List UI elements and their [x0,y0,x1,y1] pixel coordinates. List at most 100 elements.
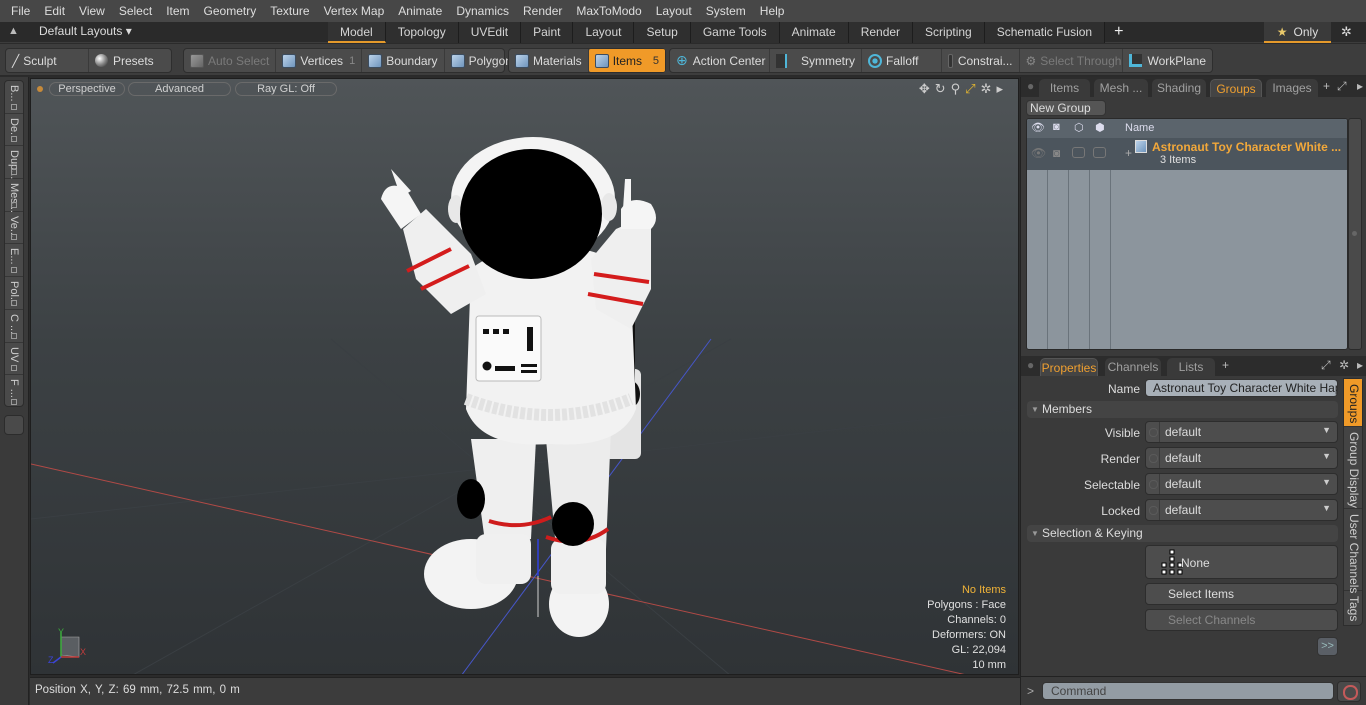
row-render-icon[interactable]: ◙ [1053,146,1060,160]
left-extra-tab[interactable] [4,415,24,435]
panel-arrow-icon[interactable]: ▸ [1357,358,1363,372]
tab-mesh[interactable]: Mesh ... [1094,79,1148,97]
tab-schematic-fusion[interactable]: Schematic Fusion [984,22,1106,43]
left-tab-basic[interactable]: B... [5,81,23,114]
tab-paint[interactable]: Paint [521,22,574,43]
menu-help[interactable]: Help [753,0,792,22]
tab-topology[interactable]: Topology [385,22,459,43]
materials-button[interactable]: Materials [509,49,589,72]
rotate-icon[interactable]: ↻ [935,81,946,97]
side-tab-group-display[interactable]: Group Display [1344,427,1362,509]
menu-animate[interactable]: Animate [391,0,449,22]
tab-groups[interactable]: Groups [1210,79,1262,97]
auto-select-button[interactable]: Auto Select [184,49,277,72]
tab-render[interactable]: Render [848,22,914,43]
selectable-dropdown[interactable]: default ▼ [1145,473,1338,495]
3d-viewport[interactable]: Y X Z Perspective Advanced Ray GL: Off ✥… [30,78,1019,675]
menu-edit[interactable]: Edit [37,0,72,22]
constraints-button[interactable]: Constrai... [942,49,1020,72]
tab-uvedit[interactable]: UVEdit [458,22,522,43]
action-center-button[interactable]: ⊕ Action Center [670,49,770,72]
left-tab-polygon[interactable]: Pol... [5,277,23,310]
select-channels-button[interactable]: Select Channels [1145,609,1338,631]
left-tab-fusion[interactable]: F ... [5,375,23,408]
tab-scripting[interactable]: Scripting [913,22,985,43]
menu-layout[interactable]: Layout [649,0,699,22]
menu-vertex-map[interactable]: Vertex Map [317,0,392,22]
render-camera-icon[interactable]: ◙ [1053,121,1060,133]
maximize-icon[interactable]: ⤢ [965,81,975,97]
side-tab-tags[interactable]: Tags [1344,591,1362,625]
locked-cube-icon[interactable]: ⬢ [1095,121,1105,134]
viewport-gear-icon[interactable]: ✲ [981,81,992,97]
tab-channels[interactable]: Channels [1105,358,1161,376]
menu-dynamics[interactable]: Dynamics [449,0,516,22]
visible-dropdown[interactable]: default ▼ [1145,421,1338,443]
add-panel-tab-icon[interactable]: + [1323,79,1330,93]
group-name-input[interactable]: Astronaut Toy Character White Happy [1145,379,1338,397]
tab-lists[interactable]: Lists [1167,358,1215,376]
group-row[interactable]: 👁 ◙ + Astronaut Toy Character White ... … [1027,138,1347,170]
shading-mode-advanced[interactable]: Advanced [128,82,231,96]
menu-system[interactable]: System [699,0,753,22]
panel-gear-icon[interactable]: ✲ [1339,358,1349,372]
left-tab-vertex[interactable]: Ve... [5,212,23,245]
panel-maximize-icon[interactable]: ⤢ [1321,358,1331,373]
group-name[interactable]: Astronaut Toy Character White ... [1152,140,1341,154]
side-tab-user-channels[interactable]: User Channels [1344,509,1362,593]
eye-icon[interactable]: 👁 [1031,121,1045,134]
panel-arrow-icon[interactable]: ▸ [1357,79,1363,93]
menu-select[interactable]: Select [112,0,159,22]
name-column-header[interactable]: Name [1125,122,1154,134]
tab-setup[interactable]: Setup [634,22,691,43]
zoom-icon[interactable]: ⚲ [951,81,961,97]
tab-animate[interactable]: Animate [779,22,849,43]
selection-keying-section[interactable]: Selection & Keying [1027,525,1338,542]
sculpt-button[interactable]: ╱ Sculpt [6,49,89,72]
menu-maxtomodo[interactable]: MaxToModo [569,0,648,22]
left-tab-curve[interactable]: C ... [5,310,23,343]
tab-model[interactable]: Model [328,22,386,43]
view-mode-perspective[interactable]: Perspective [49,82,125,96]
command-input[interactable]: Command [1042,682,1334,700]
left-tab-edge[interactable]: E... [5,244,23,278]
items-button[interactable]: Items 5 [588,49,665,72]
viewport-expand-arrow-icon[interactable]: ▸ [996,81,1003,97]
menu-geometry[interactable]: Geometry [197,0,264,22]
panel-maximize-icon[interactable]: ⤢ [1337,79,1347,94]
tab-game-tools[interactable]: Game Tools [690,22,780,43]
row-locked-checkbox[interactable] [1093,147,1106,158]
row-selectable-checkbox[interactable] [1072,147,1085,158]
left-tab-uv[interactable]: UV [5,343,23,376]
add-tab-button[interactable]: + [1105,22,1132,43]
menu-file[interactable]: File [4,0,37,22]
new-group-button[interactable]: New Group [1026,100,1106,116]
members-section[interactable]: Members [1027,401,1338,418]
symmetry-button[interactable]: Symmetry [770,49,862,72]
presets-button[interactable]: Presets [89,49,160,72]
boundary-button[interactable]: Boundary [362,49,445,72]
locked-dropdown[interactable]: default ▼ [1145,499,1338,521]
layout-up-arrow-icon[interactable]: ▲ [8,25,19,37]
pan-icon[interactable]: ✥ [919,81,930,97]
row-eye-icon[interactable]: 👁 [1031,146,1046,160]
viewport-options-dot-icon[interactable] [37,86,43,92]
select-through-button[interactable]: ⚙ Select Through [1020,49,1123,72]
left-tab-deform[interactable]: De... [5,114,23,147]
tab-images[interactable]: Images [1266,79,1318,97]
menu-texture[interactable]: Texture [263,0,316,22]
none-button[interactable]: None [1145,545,1338,579]
side-tab-groups[interactable]: Groups [1344,379,1362,427]
gear-icon[interactable]: ✲ [1341,24,1352,40]
expand-plus-icon[interactable]: + [1125,146,1132,160]
render-dropdown[interactable]: default ▼ [1145,447,1338,469]
select-items-button[interactable]: Select Items [1145,583,1338,605]
workplane-button[interactable]: WorkPlane [1123,49,1212,72]
tab-properties[interactable]: Properties [1040,358,1098,376]
record-macro-icon[interactable] [1337,681,1361,702]
scroll-handle[interactable] [1352,231,1357,236]
tab-shading[interactable]: Shading [1152,79,1206,97]
left-tab-duplicate[interactable]: Dup... [5,146,23,180]
default-layouts-dropdown[interactable]: Default Layouts ▾ [39,24,132,38]
panel-dot-icon[interactable]: ● [1027,79,1034,93]
